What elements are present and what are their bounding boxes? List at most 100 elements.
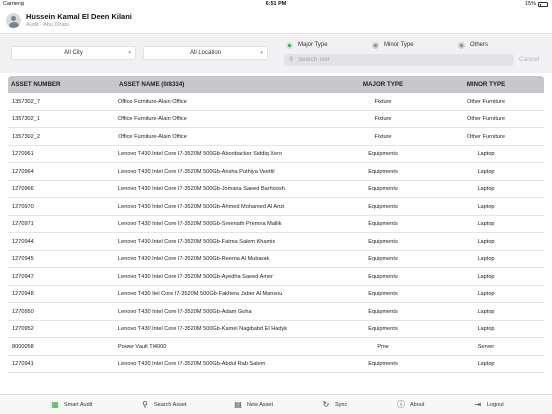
asset-number: 1357302_7 <box>12 98 40 105</box>
asset-table: 1357302_7 Office Furniture-Alain Office Fi… <box>8 93 544 373</box>
asset-number: 1270964 <box>12 168 34 175</box>
table-row[interactable]: 1270961 Lenovo T430 Intel Core I7-3520M 5… <box>8 146 544 163</box>
major-type: Equipments <box>368 221 398 227</box>
table-row[interactable]: 1270950 Lenovo T430 Intel Core I7-3520M 5… <box>8 303 544 321</box>
column-header-asset-number[interactable]: ASSET NUMBER <box>11 81 61 88</box>
major-type: Equipments <box>368 168 398 175</box>
minor-type: Laptop <box>477 186 495 192</box>
asset-number: 1270947 <box>12 273 34 280</box>
major-type: Equipments <box>368 326 398 332</box>
search-input[interactable] <box>298 54 498 66</box>
table-row[interactable]: 1270947 Lenovo T430 Intel Core I7-3520M 5… <box>8 268 544 286</box>
avatar <box>6 13 21 28</box>
smart-audit-icon: ▦ <box>51 400 59 409</box>
major-type: Equipments <box>368 308 398 315</box>
asset-number: 1270966 <box>12 186 34 192</box>
table-row[interactable]: 1270945 Lenovo T430 Intel Core I7-3520M 5… <box>8 251 544 268</box>
table-row[interactable]: 8000058 Power Vault Tl4000 Pme Server <box>8 338 544 356</box>
table-row[interactable]: 1270948 Lenovo T430 Itel Core I7-3520M 50… <box>8 286 544 303</box>
minor-type: Laptop <box>477 203 495 210</box>
user-name: Hussein Kamal El Deen Kilani <box>26 12 132 21</box>
asset-number: 1270948 <box>12 291 34 297</box>
new-asset-icon: ▤ <box>234 400 242 409</box>
clock: 6:51 PM <box>265 1 287 7</box>
major-type: Equipments <box>368 203 398 210</box>
asset-number: 1270941 <box>12 361 34 367</box>
radio-selected-icon <box>286 42 293 49</box>
asset-number: 1270952 <box>12 326 34 332</box>
asset-name: Lenovo T430 Intel Core I7-3520M 500Gb-Jo… <box>118 186 285 192</box>
minor-type: Laptop <box>477 151 495 157</box>
table-row[interactable]: 1270952 Lenovo T430 Intel Core I7-3520M 5… <box>8 321 544 338</box>
table-row[interactable]: 1357302_1 Office Furniture-Alain Office Fi… <box>8 111 544 128</box>
user-header: Hussein Kamal El Deen Kilani Audit - Abu… <box>0 9 552 34</box>
column-header-major-type[interactable]: MAJOR TYPE <box>348 81 418 88</box>
major-type: Equipments <box>368 361 398 367</box>
radio-label: Minor Type <box>384 42 414 48</box>
table-row[interactable]: 1270971 Lenovo T430 Intel Core I7-3520M 5… <box>8 216 544 233</box>
search-bar: ⚲ <box>284 54 514 66</box>
asset-name: Lenovo T430 Intel Core I7-3520M 500Gb-Re… <box>118 256 270 262</box>
table-row[interactable]: 1270966 Lenovo T430 Intel Core I7-3520M 5… <box>8 181 544 198</box>
status-bar: Carrier ◍ 6:51 PM 15% <box>0 0 552 9</box>
column-header-minor-type[interactable]: MINOR TYPE <box>446 81 526 88</box>
tab-label: Logout <box>487 402 504 408</box>
major-type: Fixture <box>374 133 392 140</box>
minor-type: Other Furniture <box>467 133 505 140</box>
asset-name: Lenovo T430 Intel Core I7-3520M 500Gb-Fa… <box>118 238 276 245</box>
major-type: Pme <box>377 343 389 350</box>
table-row[interactable]: 1357302_2 Office Furniture-Alain Office Fi… <box>8 128 544 146</box>
minor-type: Server <box>477 343 495 350</box>
cancel-button[interactable]: Cancel <box>519 56 539 63</box>
table-row[interactable]: 1270944 Lenovo T430 Intel Core I7-3520M 5… <box>8 233 544 251</box>
radio-unselected-icon <box>458 42 465 49</box>
tab-label: Search Asset <box>154 402 187 408</box>
user-subtitle: Audit - Abu Dhabi <box>26 22 69 28</box>
chevron-down-icon: ▾ <box>260 50 263 56</box>
asset-name: Lenovo T430 Intel Core I7-3520M 500Gb-Ab… <box>118 361 266 367</box>
column-header-asset-name[interactable]: ASSET NAME (0/8334) <box>119 81 184 88</box>
asset-name: Office Furniture-Alain Office <box>118 116 187 122</box>
tab-label: About <box>410 402 425 408</box>
asset-name: Power Vault Tl4000 <box>118 343 167 350</box>
major-type: Equipments <box>368 238 398 245</box>
asset-name: Lenovo T430 Intel Core I7-3520M 500Gb-Ah… <box>118 203 285 210</box>
asset-number: 1270950 <box>12 308 34 315</box>
asset-name: Office Furniture-Alain Office <box>118 133 187 140</box>
asset-name: Lenovo T430 Intel Core I7-3520M 500Gb-Ad… <box>118 308 252 315</box>
minor-type: Other Furniture <box>467 98 505 105</box>
table-row[interactable]: 1270941 Lenovo T430 Intel Core I7-3520M 5… <box>8 356 544 373</box>
major-type: Equipments <box>368 291 398 297</box>
tab-label: Sync <box>335 402 348 408</box>
location-dropdown-value: All Location <box>189 50 222 56</box>
minor-type: Laptop <box>477 308 495 315</box>
filter-bar: All City ▾ All Location ▾ Major Type Min… <box>0 35 552 73</box>
info-icon: ⓘ <box>397 400 405 409</box>
asset-name: Lenovo T430 Itel Core I7-3520M 500Gb-Fak… <box>118 291 283 297</box>
asset-number: 1270971 <box>12 221 34 227</box>
battery-icon <box>538 2 548 7</box>
table-row[interactable]: 1270970 Lenovo T430 Intel Core I7-3520M 5… <box>8 198 544 216</box>
major-type: Fixture <box>374 98 392 105</box>
sync-icon: ↻ <box>322 400 330 409</box>
search-icon: ⚲ <box>289 57 294 63</box>
search-icon: ⚲ <box>142 400 148 409</box>
major-type: Equipments <box>368 151 398 157</box>
table-row[interactable]: 1270964 Lenovo T430 Intel Core I7-3520M 5… <box>8 163 544 181</box>
location-dropdown[interactable]: All Location ▾ <box>143 46 268 60</box>
city-dropdown[interactable]: All City ▾ <box>11 46 136 60</box>
chevron-down-icon: ▾ <box>128 50 131 56</box>
tab-bar: ▦ Smart Audit ⚲ Search Asset ▤ New Asset… <box>0 394 552 414</box>
table-row[interactable]: 1357302_7 Office Furniture-Alain Office Fi… <box>8 93 544 111</box>
table-header: ASSET NUMBER ASSET NAME (0/8334) MAJOR T… <box>8 76 544 93</box>
tab-label: Smart Audit <box>64 402 93 408</box>
asset-name: Lenovo T430 Intel Core I7-3520M 500Gb-An… <box>118 168 275 175</box>
asset-number: 1357302_1 <box>12 116 40 122</box>
minor-type: Laptop <box>477 238 495 245</box>
tab-label: New Asset <box>247 402 273 408</box>
minor-type: Laptop <box>477 221 495 227</box>
asset-number: 1270945 <box>12 256 34 262</box>
major-type: Fixture <box>374 116 392 122</box>
minor-type: Laptop <box>477 361 495 367</box>
major-type: Equipments <box>368 186 398 192</box>
